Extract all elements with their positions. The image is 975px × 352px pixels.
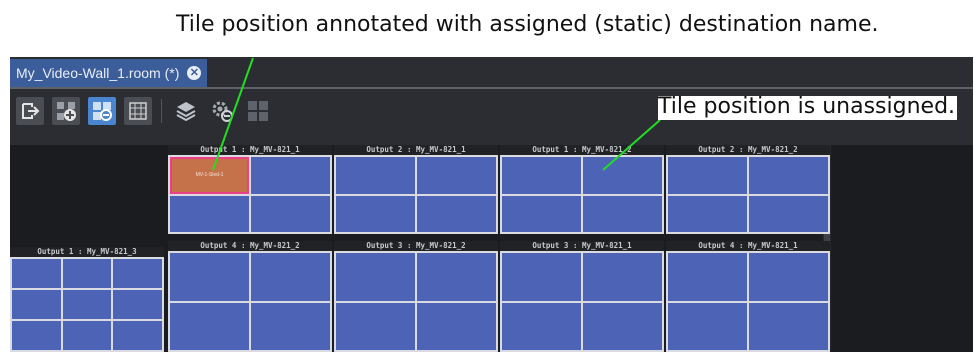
tile-position[interactable]: [502, 195, 581, 232]
tile-position-assigned[interactable]: MV-1-Sled-1: [170, 157, 249, 194]
tile-position[interactable]: [170, 253, 249, 301]
tile-position[interactable]: [113, 321, 162, 350]
tile-position[interactable]: [502, 157, 581, 194]
layers-icon: [176, 102, 196, 122]
tile-position[interactable]: [417, 157, 496, 194]
tile-position[interactable]: [668, 195, 747, 232]
toolbar-separator: [161, 99, 162, 123]
tile-position[interactable]: [502, 302, 581, 350]
tile-position[interactable]: [749, 195, 828, 232]
tile-grid: [334, 155, 498, 234]
tile-position[interactable]: [668, 253, 747, 301]
settings-button[interactable]: [208, 97, 236, 125]
tile-position[interactable]: [502, 253, 581, 301]
tile-position[interactable]: [417, 253, 496, 301]
tile-position[interactable]: [583, 302, 662, 350]
tile-position[interactable]: [251, 253, 330, 301]
tile-position[interactable]: [251, 302, 330, 350]
tile-position[interactable]: [251, 195, 330, 232]
monitor-title: Output 1 : My_MV-821_2: [500, 145, 664, 155]
monitor-output[interactable]: Output 2 : My_MV-821_2: [666, 145, 830, 234]
tile-position[interactable]: [12, 290, 61, 319]
tile-position[interactable]: [749, 302, 828, 350]
tile-grid: [334, 251, 498, 352]
grid-icon: [129, 102, 147, 120]
tile-grid: [500, 155, 664, 234]
monitor-output[interactable]: Output 3 : My_MV-821_2: [334, 241, 498, 352]
add-monitor-button[interactable]: [52, 97, 80, 125]
monitor-output[interactable]: Output 3 : My_MV-821_1: [500, 241, 664, 352]
tile-position[interactable]: [417, 195, 496, 232]
tile-position[interactable]: [336, 302, 415, 350]
tab-bar: My_Video-Wall_1.room (*) ✕: [10, 57, 973, 89]
monitor-title: Output 4 : My_MV-821_1: [666, 241, 830, 251]
tile-position[interactable]: [170, 302, 249, 350]
tile-position[interactable]: [749, 157, 828, 194]
tile-position[interactable]: [113, 290, 162, 319]
monitor-title: Output 2 : My_MV-821_1: [334, 145, 498, 155]
tab-label: My_Video-Wall_1.room (*): [16, 65, 180, 81]
tile-position[interactable]: [668, 302, 747, 350]
tiles-button[interactable]: [244, 97, 272, 125]
tile-grid: [666, 251, 830, 352]
monitor-output[interactable]: Output 4 : My_MV-821_1: [666, 241, 830, 352]
assign-layout-icon: [93, 102, 112, 121]
tile-grid: [666, 155, 830, 234]
tile-position[interactable]: [336, 157, 415, 194]
tile-position[interactable]: [336, 195, 415, 232]
video-wall-canvas: Output 1 : My_MV-821_1 MV-1-Sled-1 Output …: [10, 145, 973, 352]
tile-position[interactable]: [583, 157, 662, 194]
monitor-output[interactable]: Output 2 : My_MV-821_1: [334, 145, 498, 234]
layers-button[interactable]: [172, 97, 200, 125]
monitor-title: Output 1 : My_MV-821_1: [168, 145, 332, 155]
tile-position[interactable]: [62, 290, 112, 319]
tile-position[interactable]: [417, 302, 496, 350]
tile-position[interactable]: [113, 259, 162, 288]
settings-icon: [212, 101, 233, 122]
monitor-title: Output 2 : My_MV-821_2: [666, 145, 830, 155]
exit-icon: [22, 103, 40, 119]
tile-position[interactable]: [62, 321, 112, 350]
tile-position[interactable]: [12, 321, 61, 350]
add-monitor-icon: [57, 102, 76, 121]
monitor-output[interactable]: Output 1 : My_MV-821_2: [500, 145, 664, 234]
tab-video-wall-room[interactable]: My_Video-Wall_1.room (*) ✕: [10, 59, 208, 87]
tile-position[interactable]: [749, 253, 828, 301]
tile-grid: MV-1-Sled-1: [168, 155, 332, 234]
close-icon[interactable]: ✕: [187, 66, 202, 80]
assign-layout-button[interactable]: [88, 97, 116, 125]
tile-position[interactable]: [336, 253, 415, 301]
tile-grid: [10, 257, 164, 352]
monitor-title: Output 4 : My_MV-821_2: [168, 241, 332, 251]
monitor-title: Output 3 : My_MV-821_2: [334, 241, 498, 251]
tile-position[interactable]: [12, 259, 61, 288]
tile-position[interactable]: [62, 259, 112, 288]
callout-assigned-tile: Tile position annotated with assigned (s…: [176, 12, 879, 37]
tile-grid: [500, 251, 664, 352]
callout-unassigned-tile: Tile position is unassigned.: [658, 94, 958, 120]
tile-grid: [168, 251, 332, 352]
tile-position[interactable]: [251, 157, 330, 194]
tiles-icon: [248, 101, 268, 121]
monitor-title: Output 1 : My_MV-821_3: [10, 247, 164, 257]
monitor-output[interactable]: Output 4 : My_MV-821_2: [168, 241, 332, 352]
tile-position[interactable]: [668, 157, 747, 194]
tile-position[interactable]: [170, 195, 249, 232]
monitor-output[interactable]: Output 1 : My_MV-821_3: [10, 247, 164, 352]
tile-position[interactable]: [583, 195, 662, 232]
grid-button[interactable]: [124, 97, 152, 125]
monitor-title: Output 3 : My_MV-821_1: [500, 241, 664, 251]
tile-position[interactable]: [583, 253, 662, 301]
exit-button[interactable]: [16, 97, 44, 125]
monitor-output[interactable]: Output 1 : My_MV-821_1 MV-1-Sled-1: [168, 145, 332, 234]
